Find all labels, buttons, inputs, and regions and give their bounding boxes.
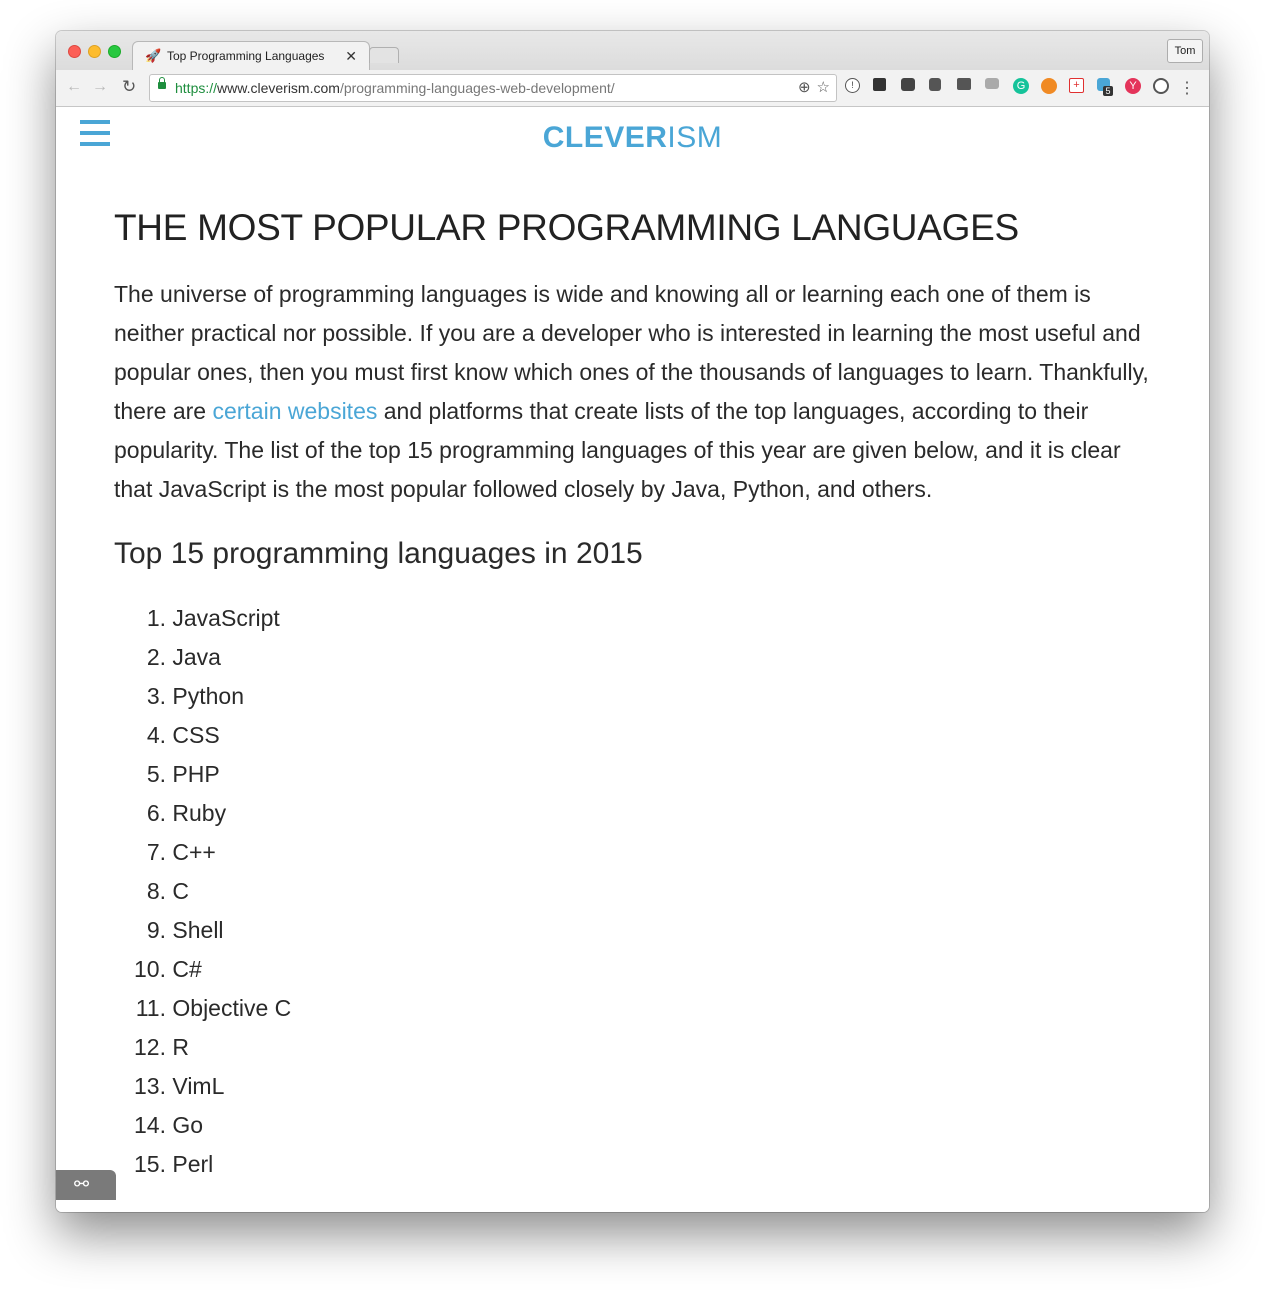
list-item: 5. PHP bbox=[146, 761, 220, 787]
article-title: THE MOST POPULAR PROGRAMMING LANGUAGES bbox=[114, 207, 1019, 248]
plus-extension-icon[interactable]: + bbox=[1069, 78, 1084, 93]
list-item: 4. CSS bbox=[146, 722, 220, 748]
close-tab-icon[interactable]: ✕ bbox=[345, 48, 357, 65]
address-bar[interactable]: https://www.cleverism.com/programming-la… bbox=[149, 74, 837, 102]
tab-title: Top Programming Languages bbox=[167, 49, 325, 63]
back-arrow-icon[interactable]: ← bbox=[66, 78, 82, 96]
list-item: 2. Java bbox=[146, 644, 221, 670]
minimize-window-button[interactable] bbox=[88, 45, 101, 58]
zoom-icon[interactable]: ⊕ bbox=[798, 79, 811, 96]
list-item: 9. Shell bbox=[146, 917, 224, 943]
browser-menu-icon[interactable]: ⋮ bbox=[1179, 78, 1195, 98]
pinterest-extension-icon[interactable]: Y bbox=[1125, 78, 1141, 94]
certain-websites-link[interactable]: certain websites bbox=[212, 398, 377, 424]
reload-icon[interactable]: ↻ bbox=[122, 77, 136, 97]
pocket-extension-icon[interactable] bbox=[901, 78, 915, 91]
intro-paragraph: The universe of programming languages is… bbox=[114, 281, 1149, 502]
list-item: 12. R bbox=[134, 1034, 190, 1060]
extension-badge: 5 bbox=[1103, 86, 1113, 96]
list-item: 1. JavaScript bbox=[146, 605, 280, 631]
list-item: 8. C bbox=[146, 878, 190, 904]
list-item: 13. VimL bbox=[134, 1073, 225, 1099]
forward-arrow-icon[interactable]: → bbox=[92, 78, 108, 96]
profile-button[interactable]: Tom bbox=[1167, 39, 1203, 63]
grammarly-extension-icon[interactable]: G bbox=[1013, 78, 1029, 94]
languages-list: 1. JavaScript 2. Java 3. Python 4. CSS 5… bbox=[114, 599, 1154, 1184]
lock-icon bbox=[158, 77, 166, 89]
close-window-button[interactable] bbox=[68, 45, 81, 58]
url-text[interactable]: https://www.cleverism.com/programming-la… bbox=[175, 80, 615, 96]
buffer-extension-icon[interactable] bbox=[873, 78, 886, 91]
list-item: 6. Ruby bbox=[146, 800, 227, 826]
tab-active[interactable]: 🚀 Top Programming Languages ✕ bbox=[132, 41, 370, 72]
page-viewport: CLEVERISM THE MOST POPULAR PROGRAMMING L… bbox=[56, 107, 1209, 1212]
site-logo[interactable]: CLEVERISM bbox=[56, 121, 1209, 155]
new-tab-button[interactable] bbox=[369, 47, 399, 63]
browser-window: 🚀 Top Programming Languages ✕ Tom ← → ↻ … bbox=[56, 31, 1209, 1212]
list-item: 11. Objective C bbox=[135, 995, 292, 1021]
camera-extension-icon[interactable] bbox=[985, 78, 999, 89]
list-item: 10. C# bbox=[134, 956, 202, 982]
bookmark-star-icon[interactable]: ☆ bbox=[817, 79, 830, 96]
share-button[interactable]: ⚯ bbox=[56, 1170, 116, 1200]
target-extension-icon[interactable] bbox=[1153, 78, 1169, 94]
rocket-icon: 🚀 bbox=[145, 48, 162, 63]
list-item: 15. Perl bbox=[134, 1151, 214, 1177]
title-bar: 🚀 Top Programming Languages ✕ Tom bbox=[56, 31, 1209, 72]
brave-extension-icon[interactable] bbox=[1041, 78, 1057, 94]
evernote-extension-icon[interactable] bbox=[929, 78, 941, 91]
browser-toolbar: ← → ↻ https://www.cleverism.com/programm… bbox=[56, 70, 1209, 107]
list-item: 14. Go bbox=[134, 1112, 204, 1138]
list-item: 7. C++ bbox=[146, 839, 216, 865]
list-item: 3. Python bbox=[146, 683, 244, 709]
stack-extension-icon[interactable] bbox=[957, 78, 971, 90]
share-icon: ⚯ bbox=[74, 1174, 90, 1194]
list-heading: Top 15 programming languages in 2015 bbox=[114, 537, 643, 570]
article-content: THE MOST POPULAR PROGRAMMING LANGUAGES T… bbox=[114, 207, 1154, 1184]
zoom-window-button[interactable] bbox=[108, 45, 121, 58]
info-extension-icon[interactable]: ! bbox=[845, 78, 860, 93]
